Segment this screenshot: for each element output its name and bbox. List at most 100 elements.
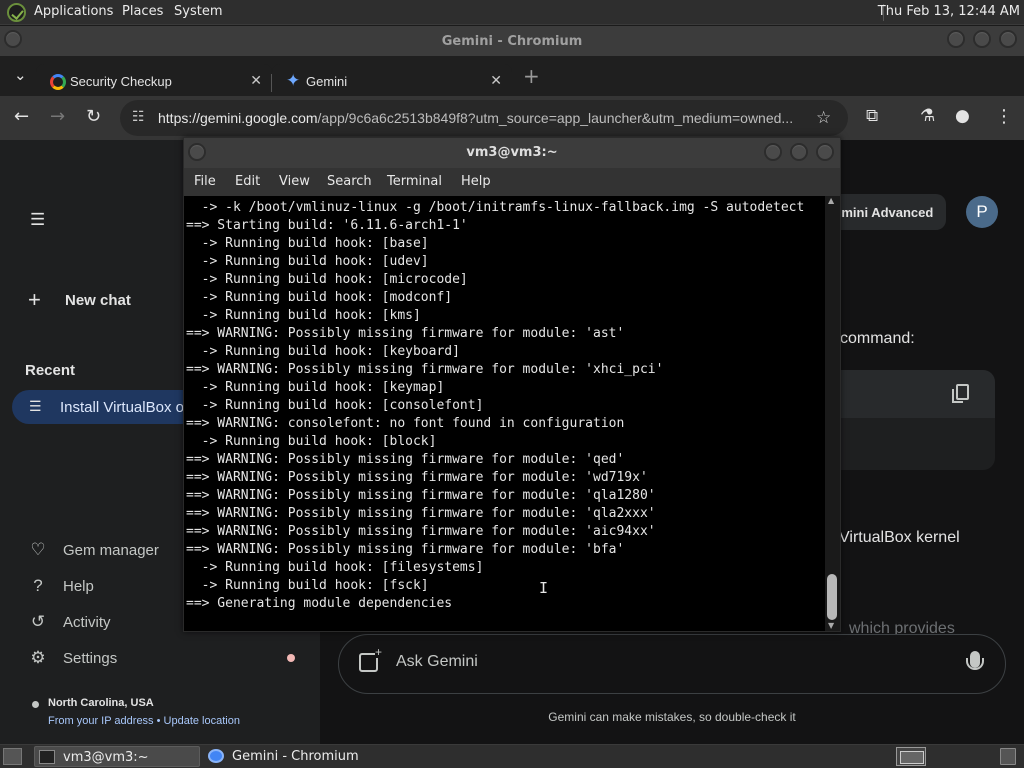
back-arrow-icon[interactable]: ← xyxy=(14,106,29,127)
side-link-label: Gem manager xyxy=(63,542,159,559)
terminal-line: ==> WARNING: Possibly missing firmware f… xyxy=(186,506,656,521)
terminal-line: -> Running build hook: [fsck] xyxy=(186,578,429,593)
scroll-down-icon[interactable]: ▼ xyxy=(828,621,834,630)
update-location-link[interactable]: From your IP address • Update location xyxy=(48,715,240,727)
text-cursor-icon: I xyxy=(539,579,549,597)
side-link-label: Activity xyxy=(63,614,111,631)
disclaimer-text: Gemini can make mistakes, so double-chec… xyxy=(548,710,796,724)
terminal-output[interactable]: -> -k /boot/vmlinuz-linux -g /boot/initr… xyxy=(186,199,824,631)
response-text: VirtualBox kernel xyxy=(839,529,960,546)
terminal-line: ==> WARNING: Possibly missing firmware f… xyxy=(186,470,648,485)
terminal-line: -> Running build hook: [kms] xyxy=(186,308,421,323)
forward-arrow-icon[interactable]: → xyxy=(50,106,65,127)
menu-help[interactable]: Help xyxy=(461,174,491,189)
tab-security-checkup[interactable]: Security Checkup ✕ xyxy=(36,64,272,96)
show-desktop-icon[interactable] xyxy=(3,748,22,765)
terminal-line: -> Running build hook: [consolefont] xyxy=(186,398,484,413)
close-window-button[interactable] xyxy=(816,143,834,161)
distro-logo-icon[interactable] xyxy=(7,3,26,22)
help-icon: ? xyxy=(33,576,43,595)
chromium-icon xyxy=(208,749,224,763)
prompt-input[interactable]: Ask Gemini xyxy=(396,653,478,671)
add-image-icon[interactable] xyxy=(359,646,383,672)
taskbar-item-chromium[interactable]: Gemini - Chromium xyxy=(204,746,404,767)
terminal-line: ==> WARNING: Possibly missing firmware f… xyxy=(186,542,625,557)
terminal-line: -> Running build hook: [keymap] xyxy=(186,380,445,395)
code-block-header xyxy=(820,370,995,418)
tab-close-icon[interactable]: ✕ xyxy=(490,72,502,89)
minimize-button[interactable] xyxy=(764,143,782,161)
prompt-box[interactable]: Ask Gemini xyxy=(338,634,1006,694)
minimize-button[interactable] xyxy=(947,30,965,48)
browser-titlebar[interactable]: Gemini - Chromium xyxy=(0,26,1024,56)
taskbar-item-label: vm3@vm3:~ xyxy=(63,750,149,765)
google-g-icon xyxy=(50,74,66,90)
places-menu[interactable]: Places xyxy=(122,4,163,19)
bookmark-star-icon[interactable]: ☆ xyxy=(816,108,831,128)
avatar[interactable]: P xyxy=(966,196,998,228)
terminal-line: ==> WARNING: Possibly missing firmware f… xyxy=(186,524,656,539)
taskbar: vm3@vm3:~ Gemini - Chromium xyxy=(0,744,1024,768)
reload-icon[interactable]: ↻ xyxy=(86,106,101,127)
terminal-line: -> -k /boot/vmlinuz-linux -g /boot/initr… xyxy=(186,200,805,215)
extensions-icon[interactable]: ⧉ xyxy=(866,106,878,126)
microphone-icon[interactable] xyxy=(966,651,984,670)
settings-icon: ⚙ xyxy=(30,648,46,667)
menu-terminal[interactable]: Terminal xyxy=(387,174,442,189)
menu-view[interactable]: View xyxy=(279,174,310,189)
menu-search[interactable]: Search xyxy=(327,174,372,189)
applications-menu[interactable]: Applications xyxy=(34,4,113,19)
terminal-line: ==> WARNING: Possibly missing firmware f… xyxy=(186,326,625,341)
trash-icon[interactable] xyxy=(1000,748,1016,765)
tab-strip: ⌄ Security Checkup ✕ ✦ Gemini ✕ + xyxy=(0,56,1024,96)
tab-label: Gemini xyxy=(306,74,348,89)
activity-icon: ↺ xyxy=(30,612,46,631)
top-panel: Applications Places System Thu Feb 13, 1… xyxy=(0,0,1024,25)
terminal-line: -> Running build hook: [udev] xyxy=(186,254,429,269)
code-block xyxy=(820,370,995,470)
new-chat-button[interactable]: New chat xyxy=(65,292,131,309)
response-text: command: xyxy=(840,330,915,347)
labs-flask-icon[interactable]: ⚗ xyxy=(920,106,935,126)
copy-icon[interactable] xyxy=(952,384,969,403)
terminal-line: ==> WARNING: Possibly missing firmware f… xyxy=(186,488,656,503)
terminal-line: -> Running build hook: [filesystems] xyxy=(186,560,484,575)
system-menu[interactable]: System xyxy=(174,4,222,19)
url-path: /app/9c6a6c2513b849f8?utm_source=app_lau… xyxy=(317,110,794,126)
terminal-line: -> Running build hook: [microcode] xyxy=(186,272,468,287)
new-tab-button[interactable]: + xyxy=(523,64,540,88)
hamburger-menu-icon[interactable]: ☰ xyxy=(30,210,45,230)
maximize-button[interactable] xyxy=(790,143,808,161)
tab-gemini[interactable]: ✦ Gemini ✕ xyxy=(272,64,512,96)
workspace-switcher[interactable] xyxy=(896,747,926,766)
recent-heading: Recent xyxy=(25,362,76,379)
taskbar-item-terminal[interactable]: vm3@vm3:~ xyxy=(34,746,200,767)
browser-toolbar: ← → ↻ ☷ https://gemini.google.com/app/9c… xyxy=(0,96,1024,140)
clock[interactable]: Thu Feb 13, 12:44 AM xyxy=(878,4,1020,19)
terminal-scrollbar[interactable]: ▲ ▼ xyxy=(825,196,840,631)
chat-lines-icon: ☰ xyxy=(29,398,42,414)
scroll-up-icon[interactable]: ▲ xyxy=(828,196,834,205)
tab-close-icon[interactable]: ✕ xyxy=(250,72,262,89)
profile-icon[interactable]: ● xyxy=(955,106,970,126)
terminal-titlebar[interactable]: vm3@vm3:~ xyxy=(184,138,840,168)
maximize-button[interactable] xyxy=(973,30,991,48)
terminal-line: ==> Starting build: '6.11.6-arch1-1' xyxy=(186,218,468,233)
url-host: https://gemini.google.com xyxy=(158,110,318,126)
site-info-icon[interactable]: ☷ xyxy=(132,109,145,125)
close-window-button[interactable] xyxy=(999,30,1017,48)
menu-file[interactable]: File xyxy=(194,174,216,189)
tab-search-icon[interactable]: ⌄ xyxy=(14,66,27,84)
more-menu-icon[interactable]: ⋮ xyxy=(995,106,1013,127)
url-text[interactable]: https://gemini.google.com/app/9c6a6c2513… xyxy=(158,110,808,126)
scrollbar-thumb[interactable] xyxy=(827,574,837,620)
side-link-label: Help xyxy=(63,578,94,595)
terminal-line: ==> Generating module dependencies xyxy=(186,596,453,611)
plus-icon[interactable]: + xyxy=(28,287,41,313)
terminal-line: ==> WARNING: Possibly missing firmware f… xyxy=(186,452,625,467)
terminal-title: vm3@vm3:~ xyxy=(466,145,558,160)
address-bar[interactable]: ☷ https://gemini.google.com/app/9c6a6c25… xyxy=(120,100,848,136)
terminal-window[interactable]: vm3@vm3:~ File Edit View Search Terminal… xyxy=(183,137,841,632)
menu-edit[interactable]: Edit xyxy=(235,174,260,189)
terminal-line: ==> WARNING: Possibly missing firmware f… xyxy=(186,362,664,377)
